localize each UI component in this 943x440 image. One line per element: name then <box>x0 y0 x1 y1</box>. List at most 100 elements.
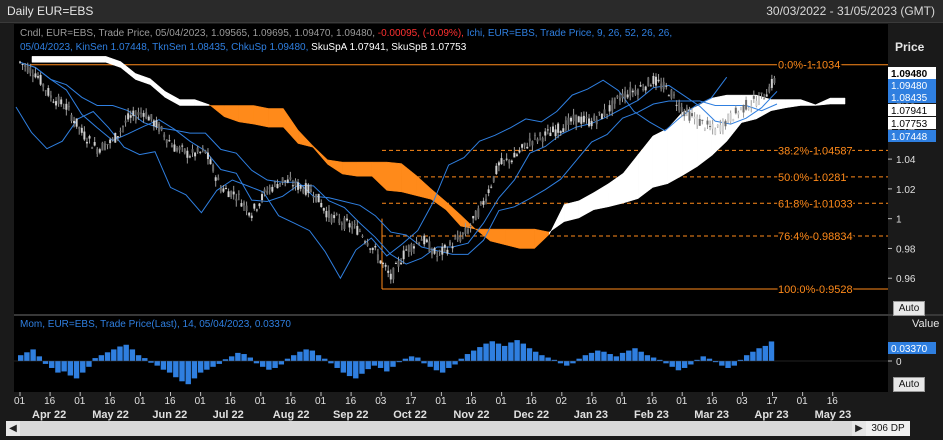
cloud-segment-bull <box>61 56 77 63</box>
candle-body <box>634 90 637 95</box>
main-legend-line2: 05/04/2023, KinSen 1.07448, TknSen 1.084… <box>20 42 467 53</box>
candle-body <box>613 97 616 104</box>
candle-body <box>773 77 776 83</box>
month-label: Jan 23 <box>574 409 608 421</box>
month-label: Oct 22 <box>393 409 427 421</box>
date-tick-label: 01 <box>315 396 327 407</box>
momentum-bar <box>334 361 340 368</box>
candle-body <box>533 134 536 136</box>
momentum-bar <box>638 351 644 361</box>
candle-body <box>91 147 94 149</box>
momentum-bar <box>42 361 49 364</box>
candle-body <box>384 264 387 267</box>
candle-body <box>750 105 753 107</box>
candle-body <box>639 85 642 87</box>
candle-body <box>369 248 372 250</box>
momentum-bar <box>743 355 750 361</box>
price-tick-label: 0.98 <box>896 244 916 255</box>
candle-body <box>214 177 217 181</box>
candle-body <box>626 94 629 98</box>
momentum-bar <box>365 361 371 370</box>
candle-body <box>268 187 271 190</box>
candle-body <box>70 114 73 122</box>
candle-body <box>582 115 585 123</box>
candle-body <box>425 239 428 243</box>
candle-body <box>701 119 704 121</box>
candle-body <box>683 111 686 117</box>
date-tick-label: 16 <box>225 396 237 407</box>
candle-body <box>165 139 168 144</box>
candle-body <box>536 138 539 142</box>
candle-body <box>327 210 330 219</box>
momentum-bar <box>669 361 675 367</box>
candle-body <box>116 136 119 138</box>
cloud-segment-bear <box>356 161 373 177</box>
cloud-segment-bear <box>238 105 254 125</box>
candle-body <box>83 131 86 140</box>
month-label: Aug 22 <box>273 409 310 421</box>
candle-body <box>21 63 24 65</box>
candle-body <box>199 151 202 153</box>
candle-body <box>423 235 426 245</box>
candle-body <box>379 260 382 264</box>
value-axis-title: Value <box>912 318 940 330</box>
candle-body <box>497 162 500 166</box>
momentum-bar <box>166 361 173 373</box>
candle-body <box>503 160 506 162</box>
momentum-bar <box>179 361 185 382</box>
candle-body <box>678 102 681 111</box>
price-label: 1.07941 <box>891 106 928 117</box>
cloud-segment-bull <box>652 128 668 188</box>
candle-body <box>232 191 235 195</box>
candle-body <box>201 148 204 150</box>
momentum-bar <box>477 347 483 361</box>
momentum-bar <box>750 351 756 361</box>
scroll-right-arrow[interactable]: ▶ <box>852 421 866 436</box>
candle-body <box>564 120 567 131</box>
momentum-bar <box>67 361 74 376</box>
candle-body <box>763 98 766 100</box>
momentum-bar <box>564 361 570 366</box>
price-auto-button[interactable]: Auto <box>893 301 925 316</box>
momentum-bar <box>222 359 229 361</box>
candle-body <box>755 100 758 107</box>
mom-auto-button[interactable]: Auto <box>893 377 925 392</box>
candle-body <box>559 131 562 133</box>
scroll-left-arrow[interactable]: ◀ <box>6 421 20 436</box>
candle-body <box>294 180 297 186</box>
momentum-bar <box>371 361 378 366</box>
candle-body <box>732 119 735 122</box>
candle-body <box>358 230 361 232</box>
candle-body <box>106 143 109 145</box>
candle-body <box>219 187 222 192</box>
candle-body <box>31 74 34 77</box>
candle-body <box>263 189 266 193</box>
momentum-bar <box>768 341 775 361</box>
time-scrollbar[interactable] <box>20 421 866 436</box>
candle-body <box>209 159 212 165</box>
candle-body <box>526 146 529 149</box>
fib-label: 0.0%-1.1034 <box>778 60 840 72</box>
chart-canvas[interactable]: 0.0%-1.1034 38.2%-1.04587 50.0%-1.0281 61.8… <box>0 0 943 440</box>
candle-body <box>629 87 632 96</box>
candle-body <box>124 120 127 123</box>
candle-body <box>451 246 454 249</box>
momentum-bar <box>247 357 253 361</box>
candle-body <box>271 186 274 192</box>
candle-body <box>765 94 768 97</box>
candle-body <box>163 134 166 138</box>
date-tick-label: 16 <box>285 396 297 407</box>
candle-body <box>448 241 451 246</box>
momentum-bar <box>49 361 55 368</box>
momentum-bar <box>191 361 198 379</box>
candle-body <box>721 120 724 130</box>
candle-body <box>456 235 459 240</box>
candle-body <box>47 88 50 96</box>
candle-body <box>85 141 88 144</box>
candle-body <box>551 126 554 133</box>
momentum-bar <box>80 361 86 373</box>
candle-body <box>317 193 320 203</box>
candle-body <box>469 225 472 227</box>
momentum-bar <box>619 352 626 361</box>
momentum-bar <box>235 352 241 361</box>
